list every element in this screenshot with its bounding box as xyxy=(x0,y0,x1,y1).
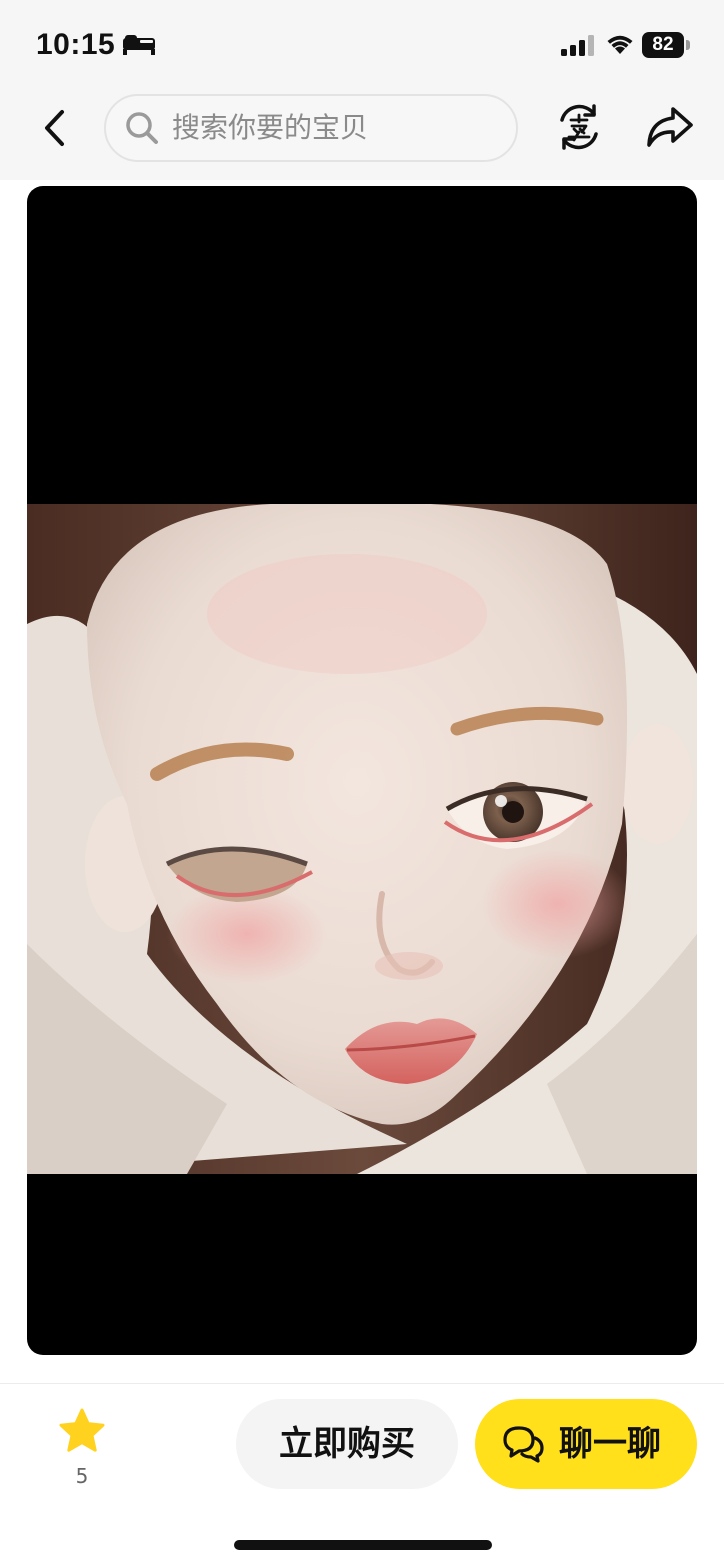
product-media-card[interactable] xyxy=(27,186,697,1355)
chat-button[interactable]: 聊一聊 xyxy=(475,1399,697,1489)
share-icon[interactable] xyxy=(644,104,694,150)
doll-head-photo xyxy=(27,504,697,1174)
screen: 10:15 82 搜索你要的宝贝 5 立即购买 聊一聊 xyxy=(0,0,724,1568)
search-placeholder: 搜索你要的宝贝 xyxy=(172,111,369,144)
battery-icon: 82 xyxy=(642,32,690,58)
battery-level: 82 xyxy=(642,32,684,58)
search-icon xyxy=(126,112,158,144)
back-button[interactable] xyxy=(34,106,78,150)
sleep-focus-icon xyxy=(123,35,155,55)
home-indicator[interactable] xyxy=(234,1540,492,1550)
search-input[interactable]: 搜索你要的宝贝 xyxy=(104,94,518,162)
buy-now-button[interactable]: 立即购买 xyxy=(236,1399,458,1489)
favorite-button[interactable]: 5 xyxy=(52,1404,112,1494)
chat-bubbles-icon xyxy=(503,1426,544,1463)
wifi-icon xyxy=(607,35,633,54)
chat-label: 聊一聊 xyxy=(559,1424,661,1464)
nav-bar: 搜索你要的宝贝 xyxy=(0,88,724,180)
battery-tip xyxy=(686,40,690,50)
star-icon xyxy=(59,1408,105,1452)
status-time: 10:15 xyxy=(36,28,116,61)
sell-exchange-icon[interactable] xyxy=(554,102,604,152)
bottom-divider xyxy=(0,1383,724,1384)
cellular-signal-icon xyxy=(561,35,594,56)
favorite-count: 5 xyxy=(75,1464,89,1488)
status-bar: 10:15 82 xyxy=(0,0,724,88)
